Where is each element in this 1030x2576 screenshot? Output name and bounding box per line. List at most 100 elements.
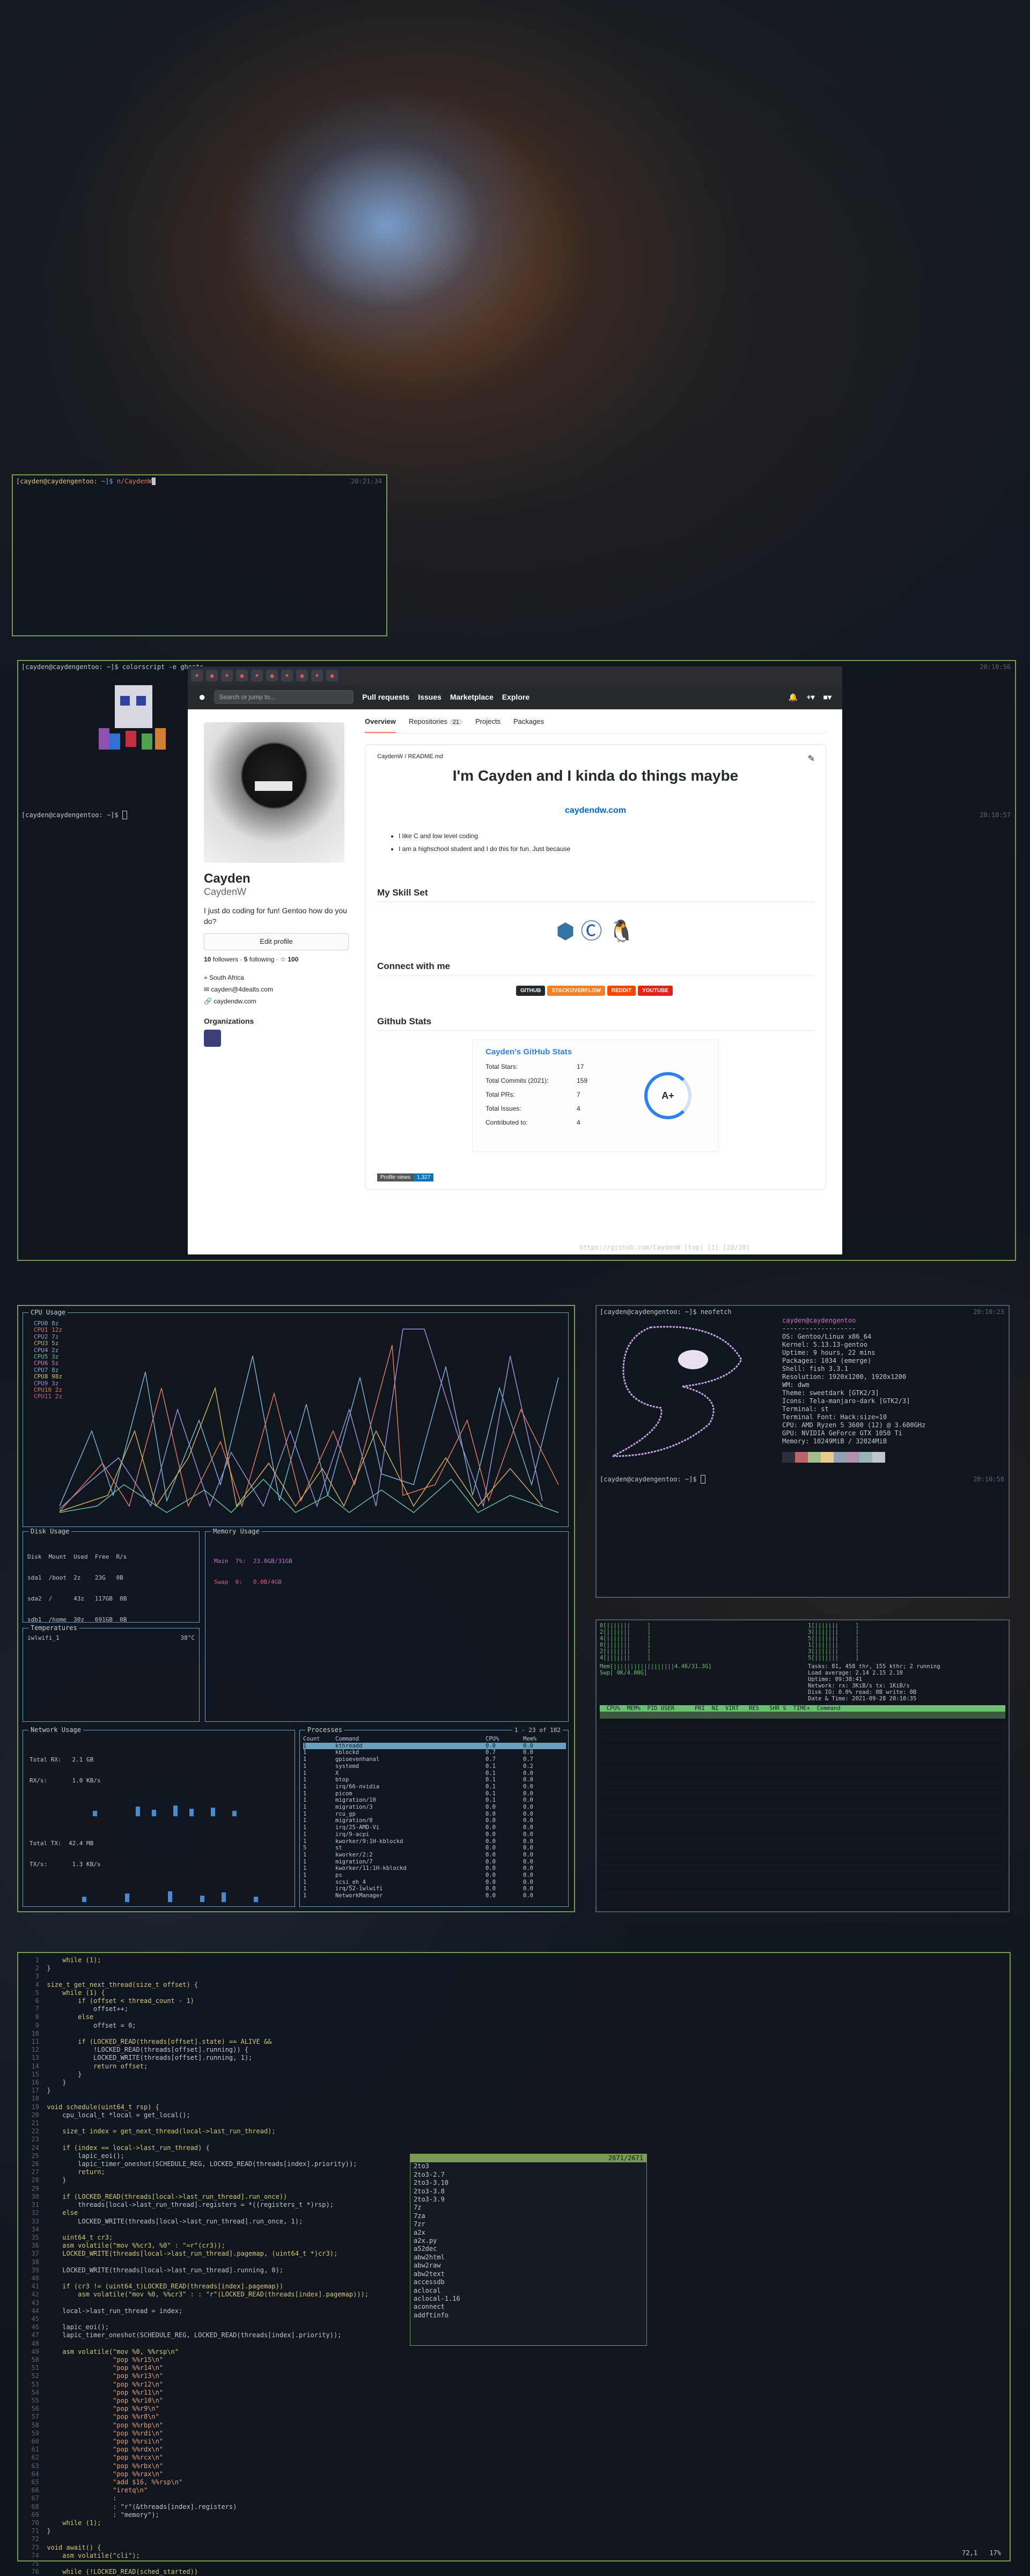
github-logo-icon[interactable]: ● bbox=[198, 690, 205, 704]
htop-process-row[interactable] bbox=[600, 1774, 1005, 1781]
process-row[interactable]: 1 kworker/9:1H-kblockd 0.0 0.0 bbox=[303, 1838, 566, 1845]
completion-item[interactable]: 2to3-3.9 bbox=[414, 2196, 646, 2204]
nav-pull-requests[interactable]: Pull requests bbox=[362, 693, 409, 701]
stackoverflow-badge[interactable]: STACKOVERFLOW bbox=[547, 986, 605, 996]
htop-process-row[interactable] bbox=[600, 1753, 1005, 1760]
process-row[interactable]: 1 picom 0.1 0.0 bbox=[303, 1790, 566, 1797]
process-row[interactable]: 1 irq/9-acpi 0.0 0.0 bbox=[303, 1831, 566, 1838]
process-row[interactable]: 1 systemd 0.1 0.2 bbox=[303, 1763, 566, 1770]
tab-icon[interactable]: ● bbox=[191, 670, 203, 681]
edit-profile-button[interactable]: Edit profile bbox=[204, 933, 349, 950]
browser-window[interactable]: ● ◆ ● ◆ ● ◆ ● ◆ ● ◆ ● Search or jump to... Pull r… bbox=[188, 666, 842, 1254]
readme-link[interactable]: caydendw.com bbox=[377, 806, 814, 816]
user-menu-icon[interactable]: ■▾ bbox=[823, 693, 832, 702]
htop-process-row[interactable] bbox=[600, 1879, 1005, 1886]
htop-process-row[interactable] bbox=[600, 1900, 1005, 1907]
process-row[interactable]: 1 rcu_gp 0.0 0.0 bbox=[303, 1811, 566, 1818]
bell-icon[interactable]: 🔔 bbox=[789, 693, 798, 702]
htop-process-row[interactable] bbox=[600, 1851, 1005, 1858]
completion-item[interactable]: 7z bbox=[414, 2204, 646, 2212]
htop-process-row[interactable] bbox=[600, 1719, 1005, 1726]
pencil-icon[interactable]: ✎ bbox=[808, 753, 815, 764]
htop-process-row[interactable] bbox=[600, 1726, 1005, 1733]
process-row[interactable]: 1 ps 0.0 0.0 bbox=[303, 1872, 566, 1879]
htop-process-row[interactable] bbox=[600, 1830, 1005, 1837]
process-row[interactable]: 1 kworker/2:2 0.0 0.0 bbox=[303, 1852, 566, 1859]
completion-item[interactable]: aclocal bbox=[414, 2287, 646, 2295]
process-row[interactable]: 1 scsi_eh_4 0.0 0.0 bbox=[303, 1879, 566, 1886]
tab-icon[interactable]: ◆ bbox=[236, 670, 248, 681]
htop-process-row[interactable] bbox=[600, 1844, 1005, 1851]
htop-process-row[interactable] bbox=[600, 1733, 1005, 1740]
tab-overview[interactable]: Overview bbox=[365, 717, 396, 733]
process-row[interactable]: 1 kworker/11:1H-kblockd 0.0 0.0 bbox=[303, 1865, 566, 1872]
followers-link[interactable]: followers bbox=[213, 956, 238, 963]
following-link[interactable]: following bbox=[249, 956, 275, 963]
process-row[interactable]: 1 migration/7 0.0 0.0 bbox=[303, 1859, 566, 1866]
email-link[interactable]: ✉ cayden@4dealts.com bbox=[204, 984, 349, 995]
process-row[interactable]: 1 X 0.1 0.0 bbox=[303, 1770, 566, 1777]
website-link[interactable]: 🔗 caydendw.com bbox=[204, 995, 349, 1007]
htop-process-row[interactable] bbox=[600, 1816, 1005, 1823]
completion-item[interactable]: 7zr bbox=[414, 2220, 646, 2228]
tab-icon[interactable]: ◆ bbox=[296, 670, 308, 681]
nav-marketplace[interactable]: Marketplace bbox=[450, 693, 494, 701]
tab-icon[interactable]: ● bbox=[221, 670, 233, 681]
process-row[interactable]: 1 irq/25-AMD-Vi 0.0 0.0 bbox=[303, 1824, 566, 1831]
completion-item[interactable]: 2to3-3.8 bbox=[414, 2188, 646, 2196]
process-row[interactable]: 5st 0.0 0.0 bbox=[303, 1845, 566, 1852]
github-badge[interactable]: GITHUB bbox=[516, 986, 546, 996]
process-row[interactable]: 1 kblockd 0.7 0.0 bbox=[303, 1749, 566, 1756]
completion-item[interactable]: accessdb bbox=[414, 2278, 646, 2286]
process-row[interactable]: 1 btop 0.1 0.0 bbox=[303, 1777, 566, 1784]
htop-process-row[interactable] bbox=[600, 1823, 1005, 1830]
htop-process-row[interactable] bbox=[600, 1788, 1005, 1795]
htop-terminal[interactable]: 0[||||||| ] 1[||||||| ] 2[||||||| ] 3[|||||… bbox=[595, 1619, 1010, 1912]
completion-item[interactable]: 2to3-3.10 bbox=[414, 2179, 646, 2187]
nav-explore[interactable]: Explore bbox=[502, 693, 529, 701]
completion-item[interactable]: 2to3 bbox=[414, 2162, 646, 2170]
htop-process-row[interactable] bbox=[600, 1746, 1005, 1753]
nav-issues[interactable]: Issues bbox=[418, 693, 442, 701]
process-row[interactable]: 1 migration/3 0.0 0.0 bbox=[303, 1804, 566, 1811]
htop-process-row[interactable] bbox=[600, 1872, 1005, 1879]
tab-icon[interactable]: ● bbox=[311, 670, 323, 681]
completion-item[interactable]: 2to3-2.7 bbox=[414, 2171, 646, 2179]
completion-item[interactable]: aclocal-1.16 bbox=[414, 2295, 646, 2303]
htop-process-row[interactable] bbox=[600, 1893, 1005, 1900]
htop-process-row[interactable] bbox=[600, 1837, 1005, 1844]
completion-popup[interactable]: 2671/2671 2to3 2to3-2.7 2to3-3.10 2to3-3.8 2… bbox=[410, 2154, 647, 2346]
htop-process-row[interactable] bbox=[600, 1712, 1005, 1719]
htop-process-row[interactable] bbox=[600, 1802, 1005, 1809]
process-row[interactable]: 1 migration/0 0.0 0.0 bbox=[303, 1817, 566, 1824]
htop-process-row[interactable] bbox=[600, 1809, 1005, 1816]
completion-item[interactable]: addftinfo bbox=[414, 2311, 646, 2320]
completion-item[interactable]: 7za bbox=[414, 2212, 646, 2220]
completion-item[interactable]: a52dec bbox=[414, 2245, 646, 2253]
htop-process-row[interactable] bbox=[600, 1858, 1005, 1865]
htop-process-row[interactable] bbox=[600, 1795, 1005, 1802]
terminal-window-1[interactable]: [cayden@caydengentoo: ~]$ n/CaydenW 20:2… bbox=[12, 474, 387, 636]
plus-icon[interactable]: +▾ bbox=[806, 693, 814, 702]
tab-icon[interactable]: ◆ bbox=[206, 670, 218, 681]
htop-process-row[interactable] bbox=[600, 1914, 1005, 1921]
htop-process-row[interactable] bbox=[600, 1865, 1005, 1872]
process-row[interactable]: 1 kthreadd 0.0 0.0 bbox=[303, 1742, 566, 1750]
htop-process-row[interactable] bbox=[600, 1781, 1005, 1788]
reddit-badge[interactable]: REDDIT bbox=[607, 986, 636, 996]
process-row[interactable]: 1 gpioevenhanal 0.7 0.7 bbox=[303, 1756, 566, 1763]
process-row[interactable]: 1 irq/52-iwlwifi 0.0 0.0 bbox=[303, 1885, 566, 1892]
process-row[interactable]: 1 irq/66-nvidia 0.1 0.0 bbox=[303, 1784, 566, 1790]
completion-item[interactable]: aconnect bbox=[414, 2303, 646, 2311]
neofetch-terminal[interactable]: [cayden@caydengentoo: ~]$ neofetch 20:10… bbox=[595, 1305, 1010, 1598]
organization-avatar[interactable] bbox=[204, 1030, 221, 1047]
completion-item[interactable]: abw2raw bbox=[414, 2262, 646, 2270]
completion-item[interactable]: abw2html bbox=[414, 2254, 646, 2262]
youtube-badge[interactable]: YOUTUBE bbox=[638, 986, 673, 996]
tab-icon[interactable]: ● bbox=[251, 670, 263, 681]
tab-icon[interactable]: ◆ bbox=[326, 670, 338, 681]
completion-item[interactable]: a2x.py bbox=[414, 2237, 646, 2245]
process-row[interactable]: 1 migration/10 0.1 0.0 bbox=[303, 1797, 566, 1804]
completion-item[interactable]: a2x bbox=[414, 2229, 646, 2237]
tab-icon[interactable]: ● bbox=[281, 670, 293, 681]
